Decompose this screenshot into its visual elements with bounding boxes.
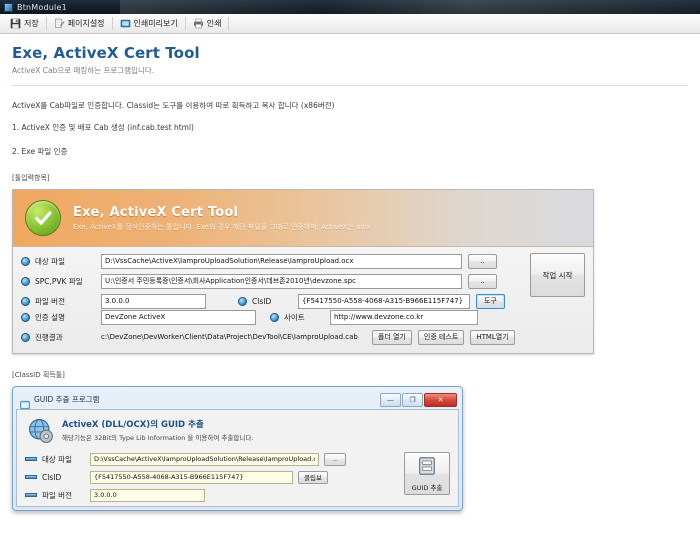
toolbar-label-print: 인쇄 <box>206 19 222 28</box>
toolbar-label-print-preview: 인쇄미리보기 <box>133 19 178 28</box>
target-file-browse-button[interactable]: .. <box>468 253 497 269</box>
globe-gear-icon <box>27 417 55 445</box>
guid-dialog-header: ActiveX (DLL/OCX)의 GUID 추출 해당기능은 32Bit의 … <box>25 416 450 452</box>
start-job-button[interactable]: 작업 시작 <box>530 253 585 297</box>
clsid-tool-button[interactable]: 도구 <box>476 293 505 309</box>
label-target-file: 대상 파일 <box>35 256 65 266</box>
dialog-target-file-input[interactable] <box>90 452 319 466</box>
check-circle-icon <box>25 200 61 236</box>
dialog-file-version-input[interactable] <box>90 488 205 502</box>
label-spc-pvk-file: SPC,PVK 파일 <box>35 276 83 286</box>
title-divider <box>12 85 688 86</box>
site-input[interactable] <box>330 309 478 325</box>
guid-dialog-window-buttons: — ❐ ✕ <box>380 392 457 407</box>
banner-title: Exe, ActiveX Cert Tool <box>73 204 239 220</box>
row-spc-pvk-file: SPC,PVK 파일 .. <box>21 273 522 289</box>
guid-extract-button[interactable]: GUID 추출 <box>404 452 450 495</box>
extract-icon <box>416 455 438 481</box>
dialog-row-file-version: 파일 버전 <box>25 488 397 502</box>
dialog-target-file-browse-button[interactable]: .. <box>324 452 346 466</box>
dialog-label-target-file: 대상 파일 <box>42 454 72 464</box>
page-setup-icon <box>54 18 65 29</box>
maximize-icon[interactable]: ❐ <box>402 392 423 407</box>
progress-result-value: c:\DevZone\DevWorker\Client\Data\Project… <box>101 333 358 341</box>
window-title: BtnModule1 <box>17 2 67 12</box>
section-label-tool-inputs: [툴입력항목] <box>12 174 50 182</box>
dialog-label-file-version: 파일 버전 <box>42 490 72 500</box>
file-version-input[interactable] <box>101 293 206 309</box>
bullet-icon <box>21 256 30 266</box>
app-window-icon <box>4 2 13 12</box>
guid-dialog-header-desc: 해당기능은 32Bit의 Type Lib Information 을 이용하여… <box>62 434 254 442</box>
label-cert-desc: 인증 설명 <box>35 312 65 322</box>
clsid-input[interactable] <box>298 293 470 309</box>
bullet-icon <box>21 296 30 306</box>
dash-icon <box>25 475 37 479</box>
guid-dialog-body: ActiveX (DLL/OCX)의 GUID 추출 해당기능은 32Bit의 … <box>16 409 459 507</box>
toolbar-separator <box>111 17 113 30</box>
step-2: 2. Exe 파일 인증 <box>12 147 68 156</box>
guid-dialog-header-title: ActiveX (DLL/OCX)의 GUID 추출 <box>62 420 204 430</box>
guid-extract-button-label: GUID 추출 <box>411 484 443 492</box>
spc-pvk-file-input[interactable] <box>101 273 462 289</box>
cert-desc-input[interactable] <box>101 309 256 325</box>
target-file-input[interactable] <box>101 253 462 269</box>
label-site: 사이트 <box>284 312 305 322</box>
save-icon <box>10 18 21 29</box>
bullet-icon <box>21 312 30 322</box>
dialog-label-clsid: ClsID <box>42 472 62 482</box>
section-label-classid: [ClassID 획득툴] <box>12 371 65 379</box>
row-target-file: 대상 파일 .. <box>21 253 522 269</box>
guid-dialog-titlebar: GUID 추출 프로그램 — ❐ ✕ <box>16 390 459 409</box>
page-subtitle: ActiveX Cab으로 패킹하는 프로그램입니다. <box>12 66 155 75</box>
toolbar-label-page-setup: 페이지설정 <box>67 19 105 28</box>
row-progress-result: 진행결과 c:\DevZone\DevWorker\Client\Data\Pr… <box>21 329 585 345</box>
intro-paragraph: ActiveX를 Cab파일로 인증합니다. Classid는 도구를 이용하여… <box>12 101 335 110</box>
bullet-icon <box>21 276 30 286</box>
label-progress-result: 진행결과 <box>35 332 63 342</box>
banner-description: Exe, ActiveX를 정식인증하는 툴입니다. Exe의 경우 해당 파일… <box>73 223 372 232</box>
bullet-icon <box>270 312 279 322</box>
label-file-version: 파일 버전 <box>35 296 65 306</box>
tool-panel: Exe, ActiveX Cert Tool Exe, ActiveX를 정식인… <box>12 189 594 354</box>
print-icon <box>193 18 204 29</box>
app-window-icon <box>20 395 30 409</box>
cert-test-button[interactable]: 인증 테스트 <box>417 329 465 345</box>
document-body: Exe, ActiveX Cert Tool ActiveX Cab으로 패킹하… <box>0 34 700 511</box>
toolbar-separator <box>184 17 186 30</box>
bullet-icon <box>238 296 247 306</box>
toolbar-label-save: 저장 <box>24 19 39 28</box>
open-folder-button[interactable]: 폴더 열기 <box>371 329 412 345</box>
tool-panel-form: 대상 파일 .. SPC,PVK 파일 .. 파일 버전 <box>13 247 593 353</box>
guid-extract-dialog: GUID 추출 프로그램 — ❐ ✕ ActiveX (DLL/OCX)의 GU… <box>12 386 463 511</box>
open-html-button[interactable]: HTML열기 <box>470 329 515 345</box>
toolbar-separator <box>45 17 47 30</box>
copy-clipboard-button[interactable]: 클립보 <box>298 470 328 484</box>
titlebar-glass <box>120 0 700 14</box>
close-icon[interactable]: ✕ <box>424 392 457 407</box>
step-1: 1. ActiveX 인증 및 배포 Cab 생성 (inf.cab.test … <box>12 123 194 132</box>
label-clsid: ClsID <box>252 296 272 306</box>
dialog-clsid-input[interactable] <box>90 470 293 484</box>
main-toolbar: 저장 페이지설정 인쇄미리보기 인쇄 <box>0 14 700 34</box>
dash-icon <box>25 493 37 497</box>
toolbar-button-save[interactable]: 저장 <box>4 16 45 32</box>
dialog-row-target-file: 대상 파일 .. <box>25 452 397 466</box>
row-file-version-and-clsid: 파일 버전 ClsID 도구 <box>21 293 522 309</box>
print-preview-icon <box>120 18 131 29</box>
row-cert-desc-and-site: 인증 설명 사이트 <box>21 309 585 325</box>
toolbar-button-print-preview[interactable]: 인쇄미리보기 <box>114 16 184 32</box>
minimize-icon[interactable]: — <box>380 392 401 407</box>
spc-pvk-file-browse-button[interactable]: .. <box>468 273 497 289</box>
toolbar-button-page-setup[interactable]: 페이지설정 <box>48 16 111 32</box>
bullet-icon <box>21 332 30 342</box>
toolbar-separator <box>228 17 230 30</box>
guid-dialog-title: GUID 추출 프로그램 <box>34 395 100 404</box>
window-titlebar: BtnModule1 <box>0 0 700 14</box>
tool-panel-banner: Exe, ActiveX Cert Tool Exe, ActiveX를 정식인… <box>13 190 593 247</box>
toolbar-button-print[interactable]: 인쇄 <box>187 16 228 32</box>
page-title: Exe, ActiveX Cert Tool <box>12 44 200 62</box>
dash-icon <box>25 457 37 461</box>
dialog-row-clsid: ClsID 클립보 <box>25 470 397 484</box>
